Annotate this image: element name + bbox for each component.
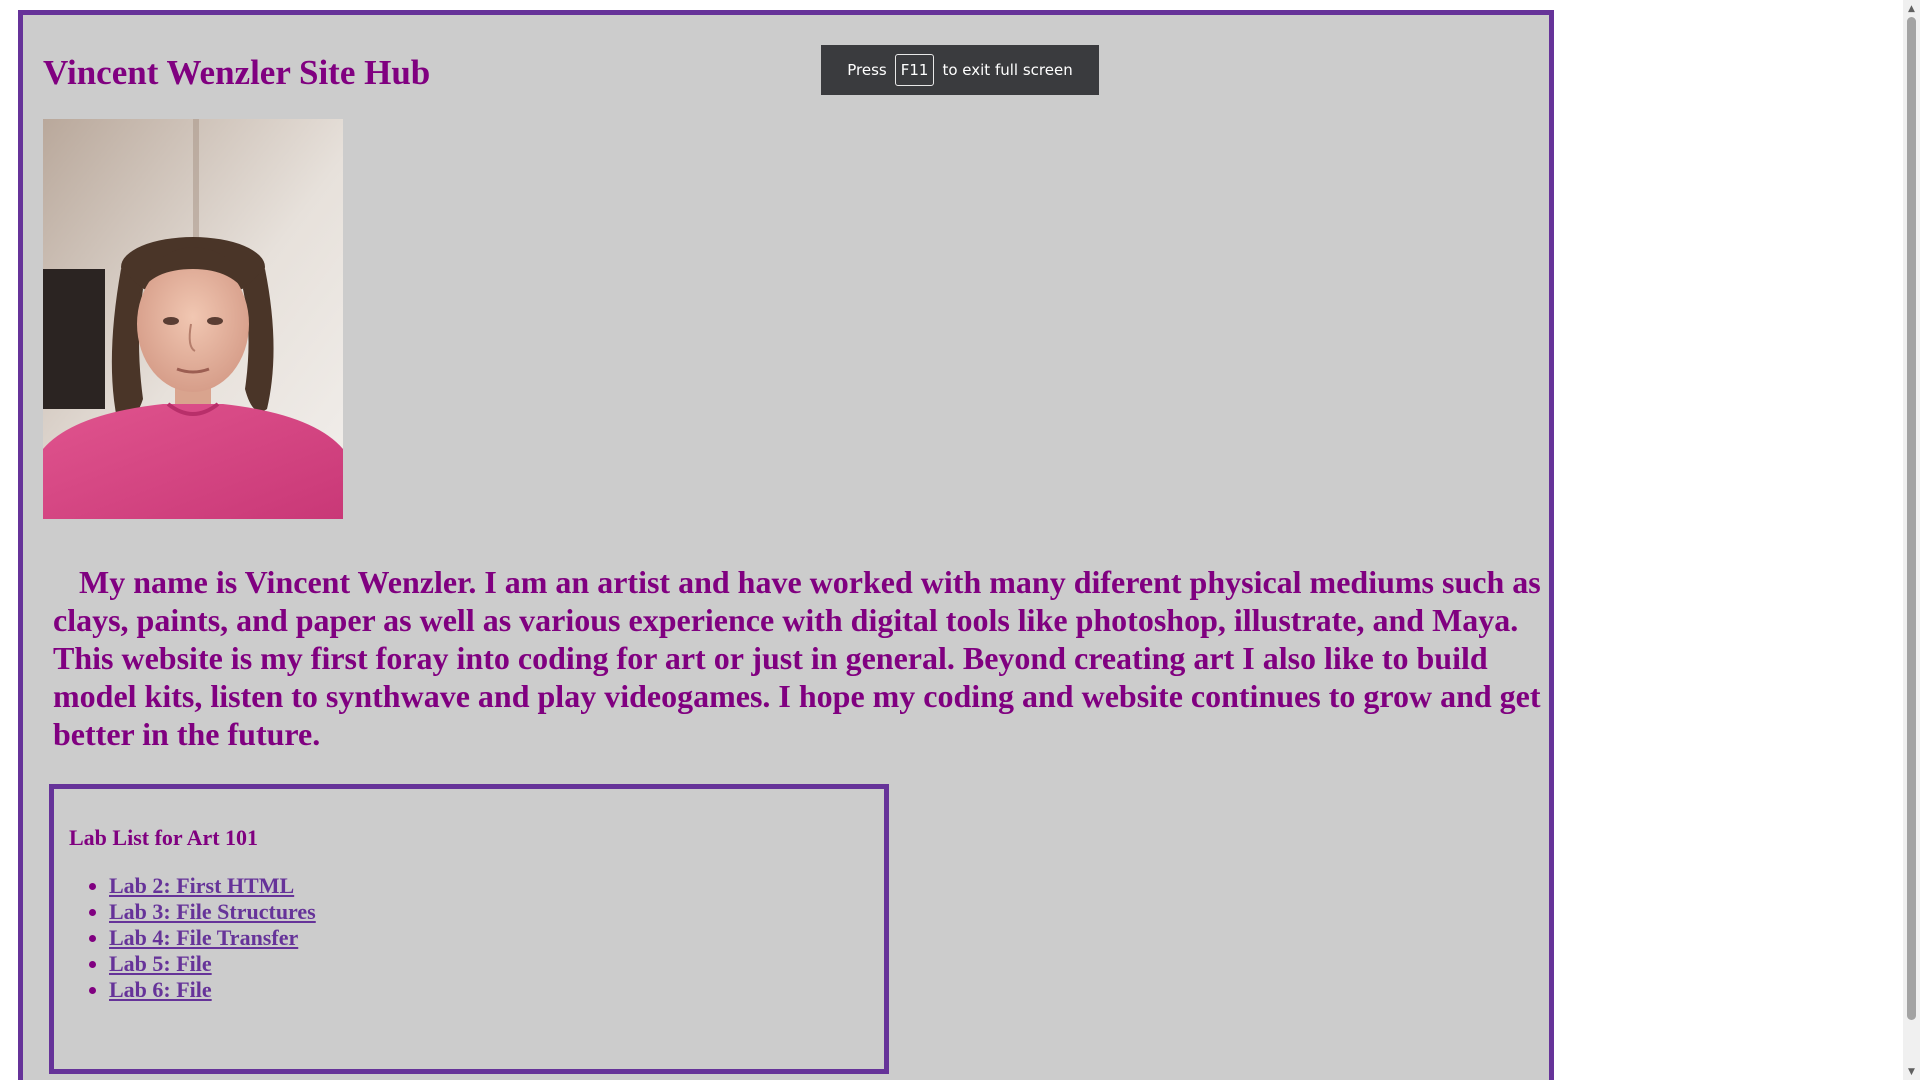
scroll-up-arrow-icon[interactable]: ▲ [1903,0,1920,17]
scrollbar-thumb[interactable] [1907,17,1916,1020]
list-item: Lab 2: First HTML [109,873,316,899]
fullscreen-notice: Press F11 to exit full screen [821,45,1099,95]
lab-list-panel: Lab List for Art 101 Lab 2: First HTML L… [49,784,889,1074]
f11-key-badge: F11 [894,54,935,86]
fullscreen-notice-prefix: Press [847,61,887,79]
list-item: Lab 5: File [109,951,316,977]
lab-3-link[interactable]: Lab 3: File Structures [109,899,316,924]
profile-photo-illustration [43,119,343,519]
browser-viewport: Vincent Wenzler Site Hub My name is Vinc… [0,0,1920,1080]
fullscreen-notice-suffix: to exit full screen [942,61,1073,79]
page-container: Vincent Wenzler Site Hub My name is Vinc… [18,10,1554,1080]
profile-photo [43,119,343,519]
lab-5-link[interactable]: Lab 5: File [109,951,212,976]
vertical-scrollbar[interactable]: ▲ ▼ [1903,0,1920,1080]
lab-6-link[interactable]: Lab 6: File [109,977,212,1002]
bio-paragraph: My name is Vincent Wenzler. I am an arti… [53,564,1541,752]
scroll-down-arrow-icon[interactable]: ▼ [1903,1063,1920,1080]
lab-2-link[interactable]: Lab 2: First HTML [109,873,294,898]
lab-list: Lab 2: First HTML Lab 3: File Structures… [69,873,316,1003]
page-title: Vincent Wenzler Site Hub [43,53,431,92]
list-item: Lab 6: File [109,977,316,1003]
list-item: Lab 4: File Transfer [109,925,316,951]
lab-list-heading: Lab List for Art 101 [69,825,259,850]
list-item: Lab 3: File Structures [109,899,316,925]
lab-4-link[interactable]: Lab 4: File Transfer [109,925,298,950]
